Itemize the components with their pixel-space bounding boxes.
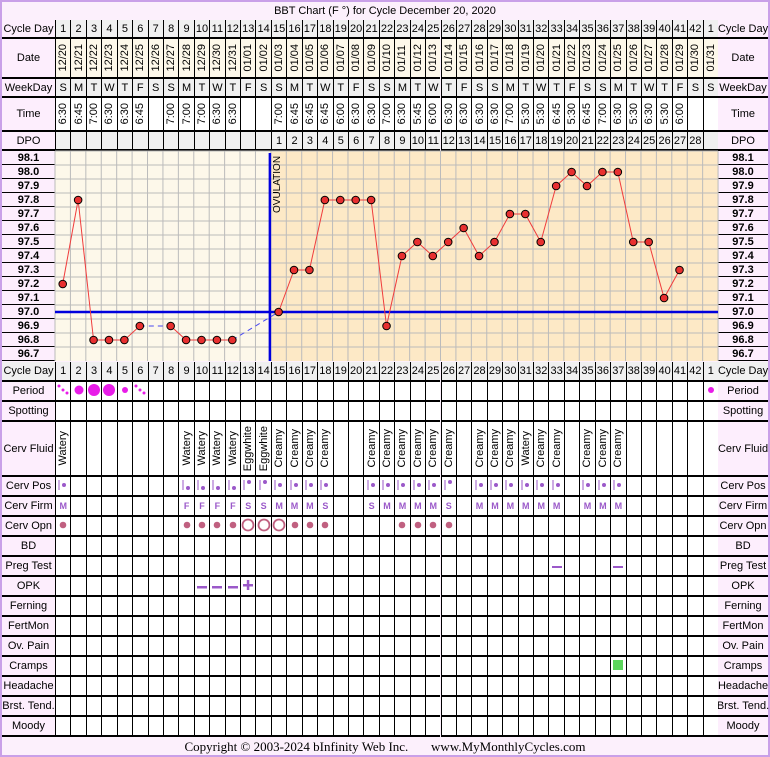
temp-point[interactable]: [582, 181, 592, 191]
temp-point[interactable]: [120, 335, 129, 345]
temp-point[interactable]: [413, 237, 422, 247]
temp-point[interactable]: [382, 321, 391, 331]
temp-point[interactable]: [628, 237, 638, 247]
temp-point[interactable]: [335, 195, 345, 205]
temp-point[interactable]: [181, 335, 191, 345]
temp-point[interactable]: [536, 237, 546, 247]
temp-point[interactable]: [166, 321, 175, 331]
temp-point[interactable]: [305, 265, 314, 275]
footer: Copyright © 2003-2024 bInfinity Web Inc.…: [0, 737, 770, 757]
temp-point[interactable]: [675, 265, 684, 275]
temp-point[interactable]: [274, 307, 283, 317]
temp-point[interactable]: [598, 167, 607, 177]
temp-point[interactable]: [521, 209, 530, 219]
temp-point[interactable]: [644, 237, 653, 247]
temp-point[interactable]: [443, 237, 453, 247]
temp-point[interactable]: [459, 223, 468, 233]
temp-point[interactable]: [58, 279, 68, 289]
temp-point[interactable]: [320, 195, 330, 205]
temp-point[interactable]: [197, 335, 206, 345]
temp-point[interactable]: [104, 335, 114, 345]
temp-point[interactable]: [366, 195, 376, 205]
temp-point[interactable]: [228, 335, 237, 345]
temp-point[interactable]: [351, 195, 360, 205]
temp-point[interactable]: [551, 181, 561, 191]
copyright-text: Copyright © 2003-2024 bInfinity Web Inc.: [184, 739, 409, 754]
temp-point[interactable]: [567, 167, 576, 177]
ovulation-label: OVULATION: [272, 156, 283, 213]
temp-point[interactable]: [212, 335, 222, 345]
temp-point[interactable]: [89, 335, 98, 345]
temp-point[interactable]: [490, 237, 499, 247]
temp-point[interactable]: [135, 321, 145, 331]
temp-point[interactable]: [474, 251, 484, 261]
luteal-phase-bg: [270, 151, 719, 361]
temp-point[interactable]: [73, 195, 83, 205]
temp-point[interactable]: [289, 265, 299, 275]
temperature-plot: OVULATION: [54, 150, 719, 361]
temp-point[interactable]: [659, 293, 669, 303]
temp-point[interactable]: [505, 209, 515, 219]
site-link[interactable]: www.MyMonthlyCycles.com: [431, 739, 585, 754]
temp-point[interactable]: [397, 251, 407, 261]
temp-point[interactable]: [428, 251, 438, 261]
temp-point[interactable]: [613, 167, 623, 177]
